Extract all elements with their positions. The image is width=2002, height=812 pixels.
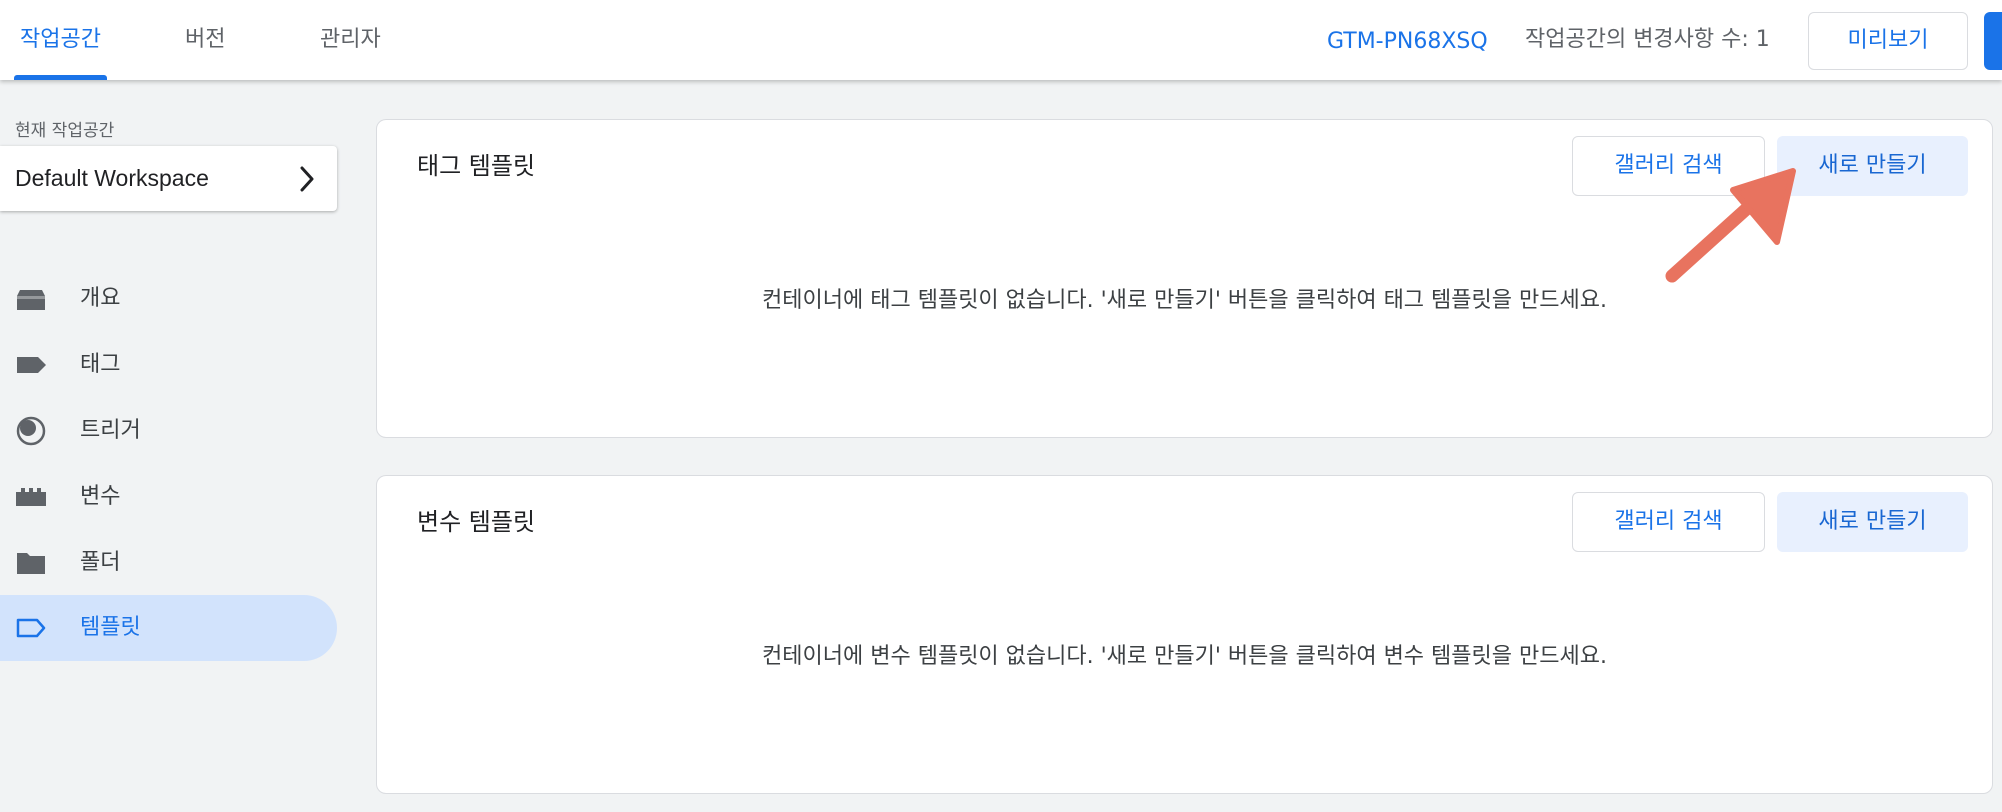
tag-templates-empty-message: 컨테이너에 태그 템플릿이 없습니다. '새로 만들기' 버튼을 클릭하여 태그… <box>762 288 1607 313</box>
tab-workspace[interactable]: 작업공간 <box>14 0 107 80</box>
variable-templates-title: 변수 템플릿 <box>417 508 536 536</box>
variable-templates-empty-message: 컨테이너에 변수 템플릿이 없습니다. '새로 만들기' 버튼을 클릭하여 변수… <box>762 644 1607 669</box>
sidebar-item-templates[interactable]: 템플릿 <box>0 595 337 661</box>
sidebar-item-tags[interactable]: 태그 <box>0 332 337 398</box>
trigger-icon <box>16 416 46 446</box>
sidebar-item-label: 폴더 <box>80 550 121 575</box>
sidebar-item-label: 트리거 <box>80 418 141 443</box>
tag-templates-title: 태그 템플릿 <box>417 152 536 180</box>
sidebar-item-folders[interactable]: 폴더 <box>0 530 337 596</box>
variable-templates-card: 변수 템플릿 갤러리 검색 새로 만들기 컨테이너에 변수 템플릿이 없습니다.… <box>376 475 1993 794</box>
workspace-selector[interactable]: Default Workspace <box>0 146 337 211</box>
tag-new-button[interactable]: 새로 만들기 <box>1777 136 1968 196</box>
current-workspace-label: 현재 작업공간 <box>15 121 115 141</box>
sidebar-item-triggers[interactable]: 트리거 <box>0 398 337 464</box>
template-icon <box>16 618 46 638</box>
chevron-right-icon <box>300 166 314 192</box>
tag-templates-card: 태그 템플릿 갤러리 검색 새로 만들기 컨테이너에 태그 템플릿이 없습니다.… <box>376 119 1993 438</box>
sidebar-item-label: 태그 <box>80 352 121 377</box>
sidebar-item-label: 템플릿 <box>80 615 141 640</box>
sidebar-item-variables[interactable]: 변수 <box>0 464 337 530</box>
tag-gallery-search-button[interactable]: 갤러리 검색 <box>1572 136 1765 196</box>
preview-button[interactable]: 미리보기 <box>1808 12 1968 70</box>
submit-button[interactable] <box>1984 12 2002 70</box>
top-bar: 작업공간 버전 관리자 GTM-PN68XSQ 작업공간의 변경사항 수: 1 … <box>0 0 2002 80</box>
variable-new-button[interactable]: 새로 만들기 <box>1777 492 1968 552</box>
sidebar-item-label: 변수 <box>80 484 121 509</box>
workspace-changes-count: 작업공간의 변경사항 수: 1 <box>1525 27 1770 52</box>
tag-icon <box>17 357 46 373</box>
tab-versions[interactable]: 버전 <box>185 0 225 80</box>
workspace-name: Default Workspace <box>15 165 209 191</box>
variable-gallery-search-button[interactable]: 갤러리 검색 <box>1572 492 1765 552</box>
tab-admin[interactable]: 관리자 <box>320 0 381 80</box>
sidebar-item-overview[interactable]: 개요 <box>0 266 337 332</box>
variables-icon <box>16 488 46 506</box>
overview-icon <box>17 290 45 310</box>
sidebar-item-label: 개요 <box>80 286 121 311</box>
container-id-link[interactable]: GTM-PN68XSQ <box>1327 0 1488 84</box>
folder-icon <box>17 553 45 574</box>
